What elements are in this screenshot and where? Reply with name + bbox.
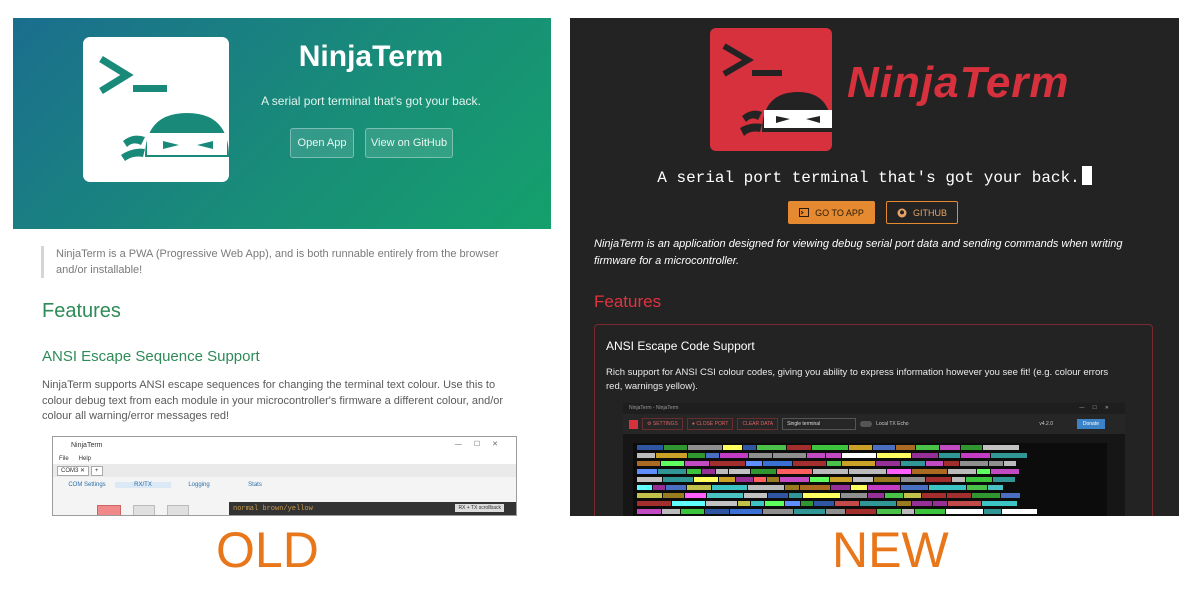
new-wordmark: NinjaTerm (847, 58, 1070, 107)
new-site-screenshot: NinjaTerm A serial port terminal that's … (570, 18, 1179, 516)
donate-button[interactable]: Donate (1076, 419, 1105, 429)
window-controls: —☐✕ (1079, 405, 1117, 411)
subtab-rx-tx[interactable]: RX/TX (115, 482, 171, 488)
ninja-face-icon (121, 113, 229, 161)
old-site-title: NinjaTerm (298, 40, 444, 73)
terminal-line (637, 485, 1107, 491)
menu-help[interactable]: Help (79, 456, 91, 462)
add-tab-button[interactable]: + (91, 465, 103, 476)
old-hero-banner: NinjaTerm A serial port terminal that's … (13, 18, 551, 229)
terminal-prompt-icon (722, 43, 832, 136)
terminal-icon (799, 208, 810, 217)
old-app-subtabs: COM Settings RX/TX Logging Stats (53, 477, 516, 493)
old-features-heading: Features (42, 300, 121, 322)
old-intro-quote: NinjaTerm is a PWA (Progressive Web App)… (41, 246, 511, 278)
version-label: v4.2.0 (1039, 421, 1053, 427)
github-button[interactable]: GITHUB (886, 201, 958, 224)
go-to-app-button[interactable]: GO TO APP (788, 201, 875, 224)
new-tagline-wrap: A serial port terminal that's got your b… (570, 166, 1179, 187)
old-app-titlebar: NinjaTerm —☐✕ (53, 437, 516, 453)
terminal-line (637, 477, 1107, 483)
terminal-line (637, 501, 1107, 507)
terminal-prompt-icon (99, 56, 229, 161)
subtab-logging[interactable]: Logging (171, 482, 227, 488)
terminal-line (637, 445, 1107, 451)
old-app-port-tabs: COM3 ✕ + (53, 464, 516, 477)
new-app-window-title: NinjaTerm - NinjaTerm (629, 405, 679, 411)
terminal-line (637, 469, 1107, 475)
github-icon (897, 208, 907, 217)
open-app-button[interactable]: Open App (290, 128, 354, 158)
terminal-line (637, 509, 1107, 515)
stop-button[interactable] (97, 505, 121, 515)
port-tab[interactable]: COM3 ✕ (57, 465, 90, 476)
local-echo-toggle[interactable] (860, 421, 873, 427)
old-label: OLD (216, 522, 319, 578)
new-ansi-text: Rich support for ANSI CSI colour codes, … (606, 367, 1109, 392)
local-echo-label: Local TX Echo (876, 421, 909, 427)
old-tagline: A serial port terminal that's got your b… (261, 94, 481, 108)
text-cursor (1081, 166, 1092, 185)
new-app-titlebar: NinjaTerm - NinjaTerm —☐✕ (623, 403, 1125, 414)
new-label: NEW (832, 522, 949, 578)
old-app-menubar: File Help (53, 453, 516, 464)
view-config-select[interactable]: Single terminal (782, 418, 857, 430)
rx-tx-scrollback-label: RX + TX scrollback (455, 504, 504, 512)
menu-file[interactable]: File (59, 456, 69, 462)
settings-button[interactable]: ⚙ SETTINGS (642, 418, 683, 430)
clear-button[interactable] (167, 505, 189, 515)
github-label: GITHUB (912, 207, 947, 218)
new-app-toolbar: ⚙ SETTINGS ● CLOSE PORT CLEAR DATA Singl… (623, 414, 1125, 434)
window-controls: —☐✕ (454, 441, 510, 448)
subtab-stats[interactable]: Stats (227, 482, 283, 488)
old-ansi-heading: ANSI Escape Sequence Support (42, 348, 260, 365)
close-port-button[interactable]: ● CLOSE PORT (686, 418, 734, 430)
terminal-line (637, 493, 1107, 499)
old-app-window-title: NinjaTerm (71, 441, 103, 449)
app-logo-icon (629, 419, 638, 429)
new-intro: NinjaTerm is an application designed for… (594, 238, 1123, 267)
new-tagline: A serial port terminal that's got your b… (657, 169, 1080, 187)
new-ansi-heading: ANSI Escape Code Support (606, 339, 755, 353)
terminal-line (637, 453, 1107, 459)
terminal-line (637, 461, 1107, 467)
clear-data-button[interactable]: CLEAR DATA (737, 418, 779, 430)
old-ansi-text: NinjaTerm supports ANSI escape sequences… (42, 379, 504, 422)
old-app-screenshot: NinjaTerm —☐✕ File Help COM3 ✕ + COM Set… (52, 436, 517, 516)
view-on-github-button[interactable]: View on GitHub (365, 128, 453, 158)
new-features-heading: Features (594, 292, 662, 311)
new-app-terminal (633, 443, 1107, 516)
old-logo (83, 37, 229, 182)
new-logo (710, 28, 832, 151)
subtab-com-settings[interactable]: COM Settings (59, 482, 115, 488)
ninja-face-icon (740, 92, 832, 136)
old-site-screenshot: NinjaTerm A serial port terminal that's … (13, 18, 551, 516)
ansi-feature-card: ANSI Escape Code Support Rich support fo… (594, 324, 1153, 516)
new-app-screenshot: NinjaTerm - NinjaTerm —☐✕ ⚙ SETTINGS ● C… (623, 403, 1125, 516)
go-to-app-label: GO TO APP (815, 207, 864, 218)
edit-button[interactable] (133, 505, 155, 515)
